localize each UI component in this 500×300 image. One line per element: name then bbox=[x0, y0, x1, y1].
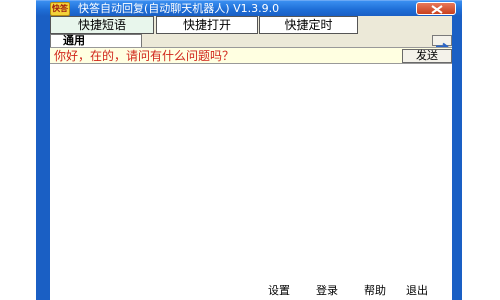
settings-link[interactable]: 设置 bbox=[268, 284, 290, 298]
app-window: 快答 快答自动回复(自动聊天机器人) V1.3.9.0 快捷短语 快捷打开 快捷… bbox=[36, 0, 462, 300]
sub-tab-bar: 通用 bbox=[50, 34, 452, 51]
close-button[interactable] bbox=[416, 2, 456, 15]
phrase-list[interactable] bbox=[50, 64, 452, 280]
help-link[interactable]: 帮助 bbox=[364, 284, 386, 298]
tab-general[interactable]: 通用 bbox=[50, 34, 142, 47]
title-bar[interactable]: 快答 快答自动回复(自动聊天机器人) V1.3.9.0 bbox=[36, 0, 462, 16]
tab-quick-open[interactable]: 快捷打开 bbox=[156, 16, 258, 34]
window-frame-right bbox=[452, 16, 462, 300]
client-area: 快捷短语 快捷打开 快捷定时 通用 你好，在的，请问有什么问题吗？ 发送 设置 … bbox=[50, 16, 452, 300]
top-tab-bar: 快捷短语 快捷打开 快捷定时 bbox=[50, 16, 452, 34]
close-icon bbox=[431, 5, 443, 14]
window-frame-left bbox=[36, 16, 50, 300]
footer-menu: 设置 登录 帮助 退出 bbox=[50, 280, 452, 300]
window-title: 快答自动回复(自动聊天机器人) V1.3.9.0 bbox=[78, 2, 280, 15]
tab-quick-timer[interactable]: 快捷定时 bbox=[259, 16, 358, 34]
send-button[interactable]: 发送 bbox=[402, 49, 452, 63]
app-icon: 快答 bbox=[50, 2, 70, 16]
exit-link[interactable]: 退出 bbox=[406, 284, 428, 298]
quick-reply-text: 你好，在的，请问有什么问题吗？ bbox=[54, 49, 235, 63]
quick-reply-item[interactable]: 你好，在的，请问有什么问题吗？ 发送 bbox=[50, 47, 452, 64]
tab-quick-phrases[interactable]: 快捷短语 bbox=[50, 16, 154, 34]
tab-scroll-button[interactable] bbox=[432, 35, 452, 51]
login-link[interactable]: 登录 bbox=[316, 284, 338, 298]
